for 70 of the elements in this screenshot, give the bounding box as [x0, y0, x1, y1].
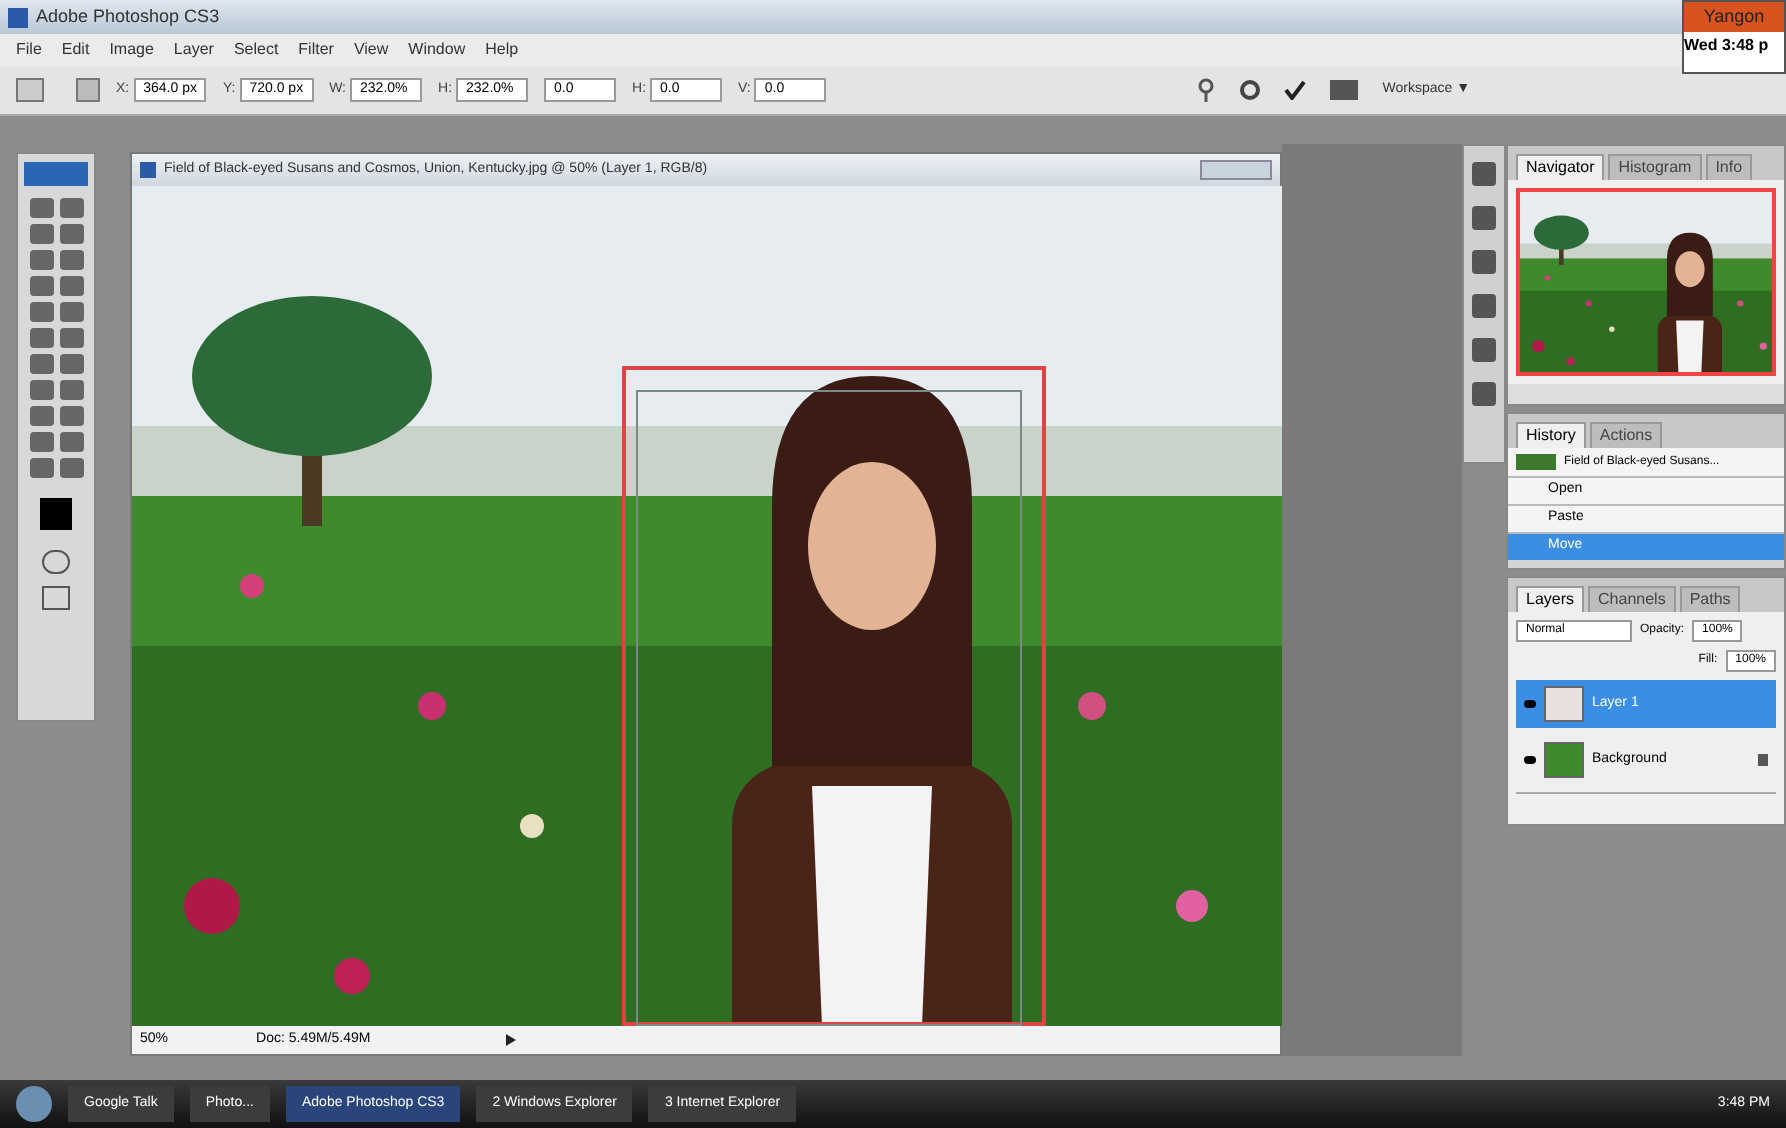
bridge-icon[interactable]	[1330, 80, 1359, 100]
app-icon	[8, 7, 28, 27]
menu-item[interactable]: View	[353, 38, 389, 62]
tool-icon[interactable]	[59, 224, 83, 244]
panel-icon[interactable]	[1472, 294, 1496, 318]
tool-icon[interactable]	[59, 380, 83, 400]
reference-point-icon[interactable]	[76, 78, 100, 102]
tool-icon[interactable]	[59, 302, 83, 322]
tool-icon[interactable]	[59, 328, 83, 348]
tool-icon[interactable]	[59, 198, 83, 218]
lock-icon	[1758, 754, 1768, 766]
transform-box[interactable]	[636, 390, 1022, 1026]
tool-icon[interactable]	[29, 328, 53, 348]
tool-icon[interactable]	[29, 354, 53, 374]
snapshot-thumbnail	[1516, 454, 1556, 470]
panel-tab[interactable]: Navigator	[1516, 154, 1605, 180]
status-menu-icon[interactable]	[506, 1034, 517, 1046]
panel-icon[interactable]	[1472, 382, 1496, 406]
tool-icon[interactable]	[29, 458, 53, 478]
screen-mode-icon[interactable]	[42, 586, 70, 610]
tool-icon[interactable]	[29, 250, 53, 270]
panel-icon[interactable]	[1472, 162, 1496, 186]
panel-tab[interactable]: Paths	[1679, 586, 1741, 612]
tool-icon[interactable]	[29, 380, 53, 400]
panel-tab[interactable]: History	[1516, 422, 1586, 448]
menu-item[interactable]: Edit	[61, 38, 90, 62]
color-swatch[interactable]	[40, 498, 72, 530]
panel-icon[interactable]	[1472, 206, 1496, 230]
tool-icon[interactable]	[29, 432, 53, 452]
tool-icon[interactable]	[59, 406, 83, 426]
menu-item[interactable]: Image	[109, 38, 154, 62]
tool-preset-icon[interactable]	[16, 78, 44, 102]
panel-tab[interactable]: Actions	[1589, 422, 1663, 448]
clock-city: Yangon	[1684, 2, 1784, 32]
clock-time: Wed 3:48 p	[1684, 34, 1771, 58]
tool-icon[interactable]	[59, 276, 83, 296]
panel-tab[interactable]: Histogram	[1608, 154, 1702, 180]
menu-item[interactable]: Window	[408, 38, 466, 62]
layer-thumbnail	[1544, 686, 1584, 722]
tool-icon[interactable]	[29, 406, 53, 426]
menu-item[interactable]: Help	[485, 38, 519, 62]
commit-icon[interactable]	[1284, 80, 1307, 100]
document-icon	[140, 162, 156, 178]
layer-thumbnail	[1544, 742, 1584, 778]
menu-item[interactable]: File	[16, 38, 42, 62]
tool-icon[interactable]	[29, 302, 53, 322]
mask-icon[interactable]	[42, 550, 70, 574]
window-controls[interactable]	[1200, 160, 1272, 180]
menu-item[interactable]: Filter	[298, 38, 334, 62]
ps-logo	[24, 162, 88, 186]
tool-icon[interactable]	[29, 198, 53, 218]
tool-icon[interactable]	[29, 224, 53, 244]
panel-icon[interactable]	[1472, 250, 1496, 274]
tool-icon[interactable]	[59, 432, 83, 452]
tool-icon[interactable]	[59, 458, 83, 478]
panel-icon[interactable]	[1472, 338, 1496, 362]
menu-item[interactable]: Layer	[173, 38, 214, 62]
cancel-icon[interactable]	[1240, 80, 1261, 100]
warp-icon[interactable]	[1196, 78, 1217, 102]
menu-item[interactable]: Select	[233, 38, 279, 62]
visibility-icon[interactable]	[1524, 756, 1536, 764]
panel-tab[interactable]: Info	[1705, 154, 1753, 180]
tool-icon[interactable]	[59, 354, 83, 374]
tool-icon[interactable]	[59, 250, 83, 270]
tool-icon[interactable]	[29, 276, 53, 296]
window-title: Adobe Photoshop CS3	[36, 3, 220, 30]
panel-tab[interactable]: Channels	[1588, 586, 1676, 612]
panel-tab[interactable]: Layers	[1516, 586, 1585, 612]
start-button[interactable]	[16, 1086, 52, 1122]
visibility-icon[interactable]	[1524, 700, 1536, 708]
